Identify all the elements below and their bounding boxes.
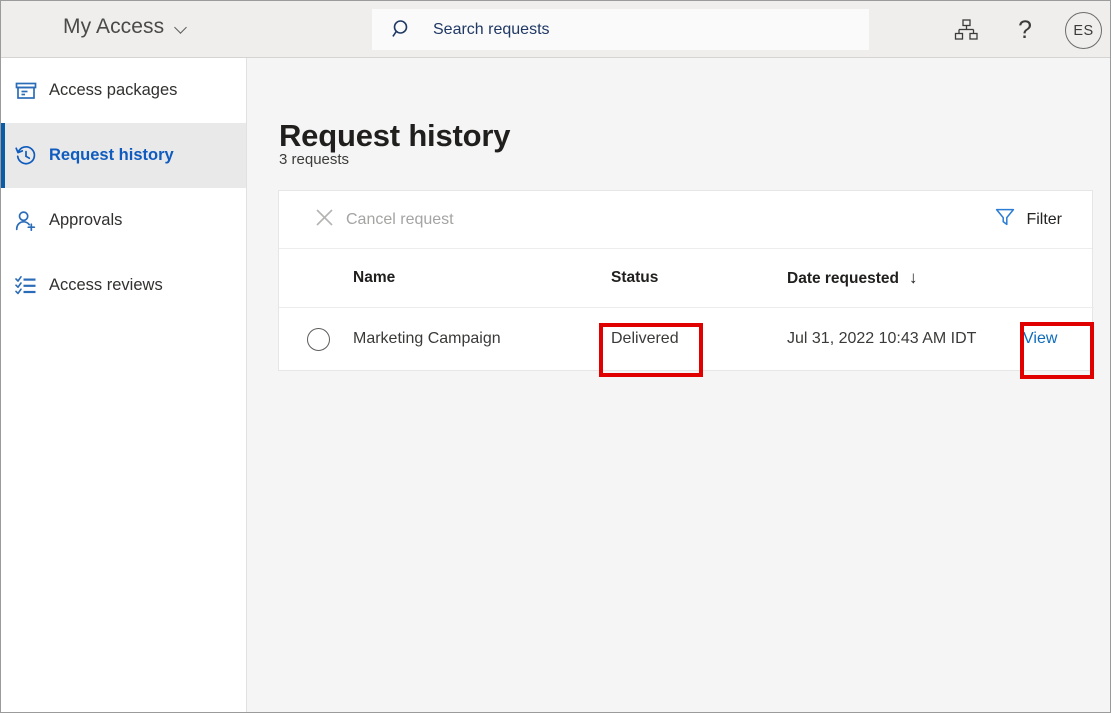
cell-status: Delivered: [611, 308, 787, 371]
requests-card: Cancel request Filter: [278, 190, 1093, 371]
checklist-icon: [15, 275, 37, 297]
row-radio-button[interactable]: [307, 328, 330, 351]
column-header-name[interactable]: Name: [353, 249, 611, 308]
sidebar-item-request-history[interactable]: Request history: [1, 123, 246, 188]
column-header-action: [1023, 249, 1094, 308]
chevron-down-icon: [175, 23, 189, 31]
help-glyph: ?: [1018, 18, 1032, 43]
avatar-initials: ES: [1073, 23, 1093, 39]
sidebar-item-access-reviews[interactable]: Access reviews: [1, 253, 246, 318]
table-body: Marketing Campaign Delivered Jul 31, 202…: [279, 308, 1094, 371]
search-box[interactable]: Search requests: [372, 9, 869, 50]
access-packages-icon: [15, 80, 37, 102]
cancel-request-label: Cancel request: [346, 211, 454, 229]
sort-descending-icon: ↓: [909, 268, 918, 288]
sidebar-item-label: Access packages: [49, 81, 177, 100]
filter-button[interactable]: Filter: [995, 207, 1062, 232]
sidebar-item-label: Access reviews: [49, 276, 163, 295]
brand-label: My Access: [63, 15, 164, 39]
table-row[interactable]: Marketing Campaign Delivered Jul 31, 202…: [279, 308, 1094, 371]
person-add-icon: [15, 210, 37, 232]
close-x-icon: [315, 208, 334, 232]
brand-menu[interactable]: My Access: [63, 15, 189, 39]
page-title: Request history: [279, 118, 510, 154]
avatar[interactable]: ES: [1065, 12, 1102, 49]
search-icon: [392, 19, 413, 40]
column-header-date-requested[interactable]: Date requested ↓: [787, 249, 1023, 308]
cell-date-requested: Jul 31, 2022 10:43 AM IDT: [787, 308, 1023, 371]
org-hierarchy-icon[interactable]: [949, 13, 983, 47]
clock-history-icon: [15, 145, 37, 167]
search-input[interactable]: Search requests: [433, 21, 550, 39]
requests-table: Name Status Date requested ↓ Marketing Ca…: [279, 249, 1094, 370]
sidebar: Access packages Request history: [1, 58, 247, 712]
record-count: 3 requests: [279, 151, 349, 168]
cancel-request-button[interactable]: Cancel request: [315, 208, 454, 232]
main-content: Request history 3 requests Cancel reques…: [248, 59, 1110, 712]
column-header-status[interactable]: Status: [611, 249, 787, 308]
app-window: My Access Search requests: [0, 0, 1111, 713]
sidebar-item-label: Approvals: [49, 211, 122, 230]
cell-action: View: [1023, 308, 1094, 371]
column-header-date-label: Date requested: [787, 270, 899, 287]
filter-label: Filter: [1026, 211, 1062, 229]
command-bar: Cancel request Filter: [279, 191, 1092, 249]
cell-name: Marketing Campaign: [353, 308, 611, 371]
funnel-filter-icon: [995, 207, 1015, 232]
table-header-row: Name Status Date requested ↓: [279, 249, 1094, 308]
table-header: Name Status Date requested ↓: [279, 249, 1094, 308]
top-navigation-bar: My Access Search requests: [1, 1, 1110, 58]
sidebar-item-access-packages[interactable]: Access packages: [1, 58, 246, 123]
select-all-header: [279, 249, 353, 308]
view-link[interactable]: View: [1023, 330, 1057, 347]
sidebar-item-label: Request history: [49, 146, 174, 165]
row-select-cell: [279, 308, 353, 371]
help-question-icon[interactable]: ?: [1008, 13, 1042, 47]
sidebar-item-approvals[interactable]: Approvals: [1, 188, 246, 253]
